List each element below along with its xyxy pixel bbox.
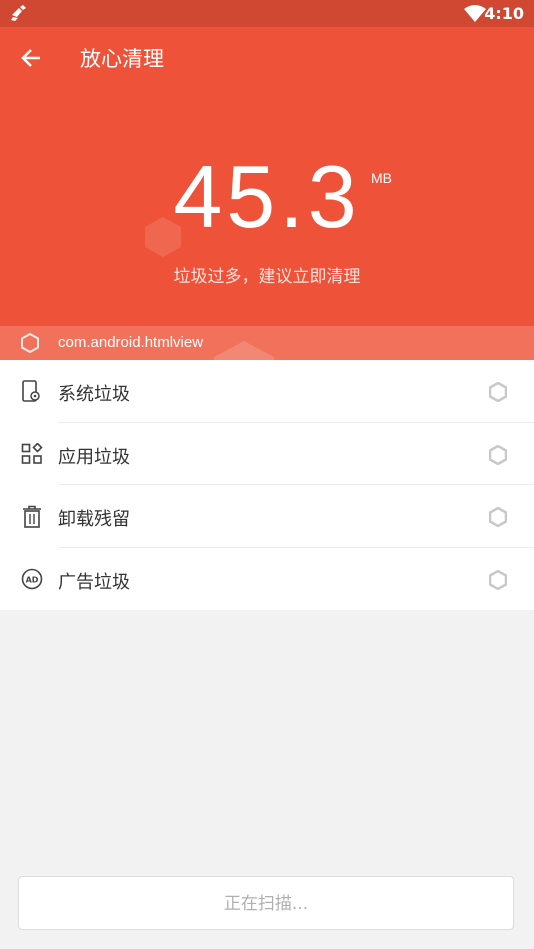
app-cleaner-icon — [11, 5, 26, 21]
category-row-system[interactable]: 系统垃圾 — [0, 360, 534, 423]
category-label: 广告垃圾 — [58, 571, 130, 593]
category-label: 应用垃圾 — [58, 446, 130, 468]
cleanup-hint: 垃圾过多，建议立即清理 — [173, 267, 361, 287]
category-label: 卸载残留 — [58, 509, 130, 530]
category-row-uninstall-residue[interactable]: 卸载残留 — [0, 485, 534, 548]
category-label: 系统垃圾 — [58, 384, 130, 405]
junk-size-value: 45.3 — [173, 147, 361, 246]
svg-text:AD: AD — [26, 575, 39, 584]
scan-progress-bar: com.android.htmlview — [0, 326, 534, 360]
loading-hexagon-icon — [489, 507, 507, 527]
status-time: 4:10 — [484, 4, 524, 23]
loading-hexagon-icon — [489, 382, 507, 402]
scanning-button[interactable]: 正在扫描... — [18, 876, 514, 930]
ad-icon: AD — [21, 568, 43, 589]
wifi-icon — [464, 5, 486, 22]
junk-category-list: 系统垃圾 应用垃圾 卸载残留 AD 广告垃圾 — [0, 360, 534, 610]
back-arrow-icon[interactable] — [20, 47, 42, 69]
category-row-ads[interactable]: AD 广告垃圾 — [0, 548, 534, 611]
loading-hexagon-icon — [489, 569, 507, 590]
apps-grid-icon — [21, 442, 43, 464]
loading-hexagon-icon — [489, 444, 507, 465]
page-title: 放心清理 — [80, 47, 164, 71]
hero-header: 放心清理 45.3 MB 垃圾过多，建议立即清理 com.android.htm… — [0, 27, 534, 360]
scanning-package-name: com.android.htmlview — [58, 334, 204, 351]
status-bar: 4:10 — [0, 0, 534, 27]
junk-size-unit: MB — [371, 170, 392, 186]
trash-icon — [23, 505, 41, 528]
category-row-apps[interactable]: 应用垃圾 — [0, 423, 534, 485]
phone-gear-icon — [22, 380, 40, 402]
scanning-hexagon-icon — [21, 333, 39, 353]
